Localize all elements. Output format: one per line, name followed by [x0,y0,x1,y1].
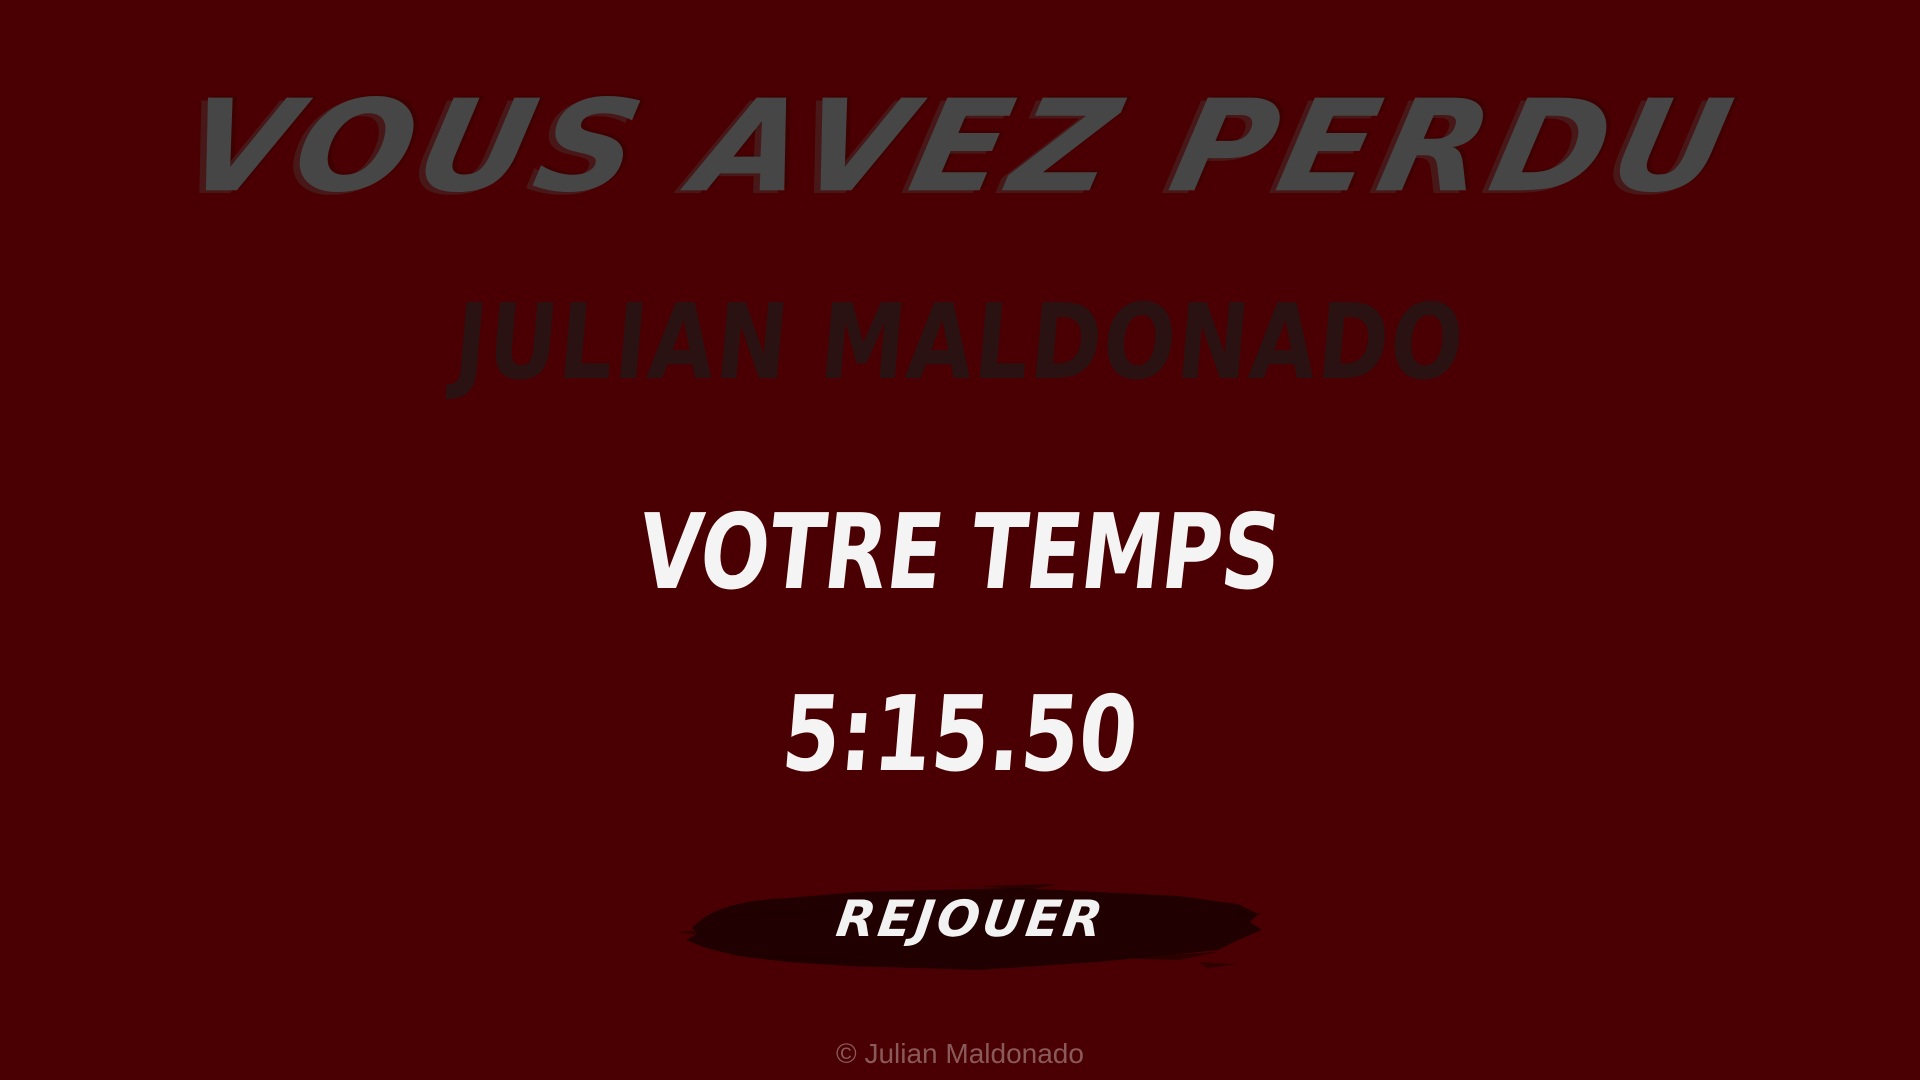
player-name: JULIAN MALDONADO [449,281,1471,403]
time-label: VOTRE TEMPS [632,491,1288,613]
time-value: 5:15.50 [777,673,1143,795]
copyright-text: © Julian Maldonado [836,1038,1084,1069]
replay-button[interactable]: REJOUER [678,870,1264,984]
replay-button-label: REJOUER [832,890,1110,948]
game-over-title: VOUS AVEZ PERDU [171,72,1749,221]
game-over-screen: VOUS AVEZ PERDU JULIAN MALDONADO VOTRE T… [0,0,1920,1080]
